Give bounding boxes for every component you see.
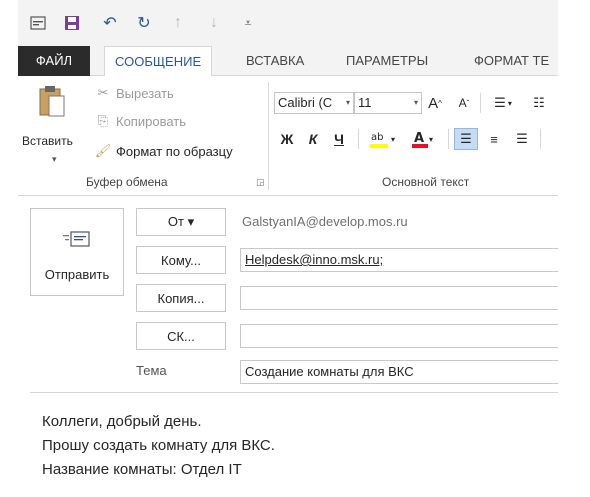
send-label: Отправить — [44, 267, 110, 282]
svg-text:A: A — [414, 131, 424, 146]
font-name-value: Calibri (С — [278, 95, 333, 110]
align-center-button[interactable]: ≡ — [482, 128, 506, 150]
align-left-icon: ☰ — [460, 131, 472, 146]
chevron-down-icon: ▾ — [413, 98, 418, 107]
send-button[interactable]: Отправить — [30, 208, 124, 296]
bullets-icon: ☰ — [494, 95, 506, 110]
bcc-field[interactable] — [240, 324, 560, 348]
body-line: Коллеги, добрый день. — [42, 413, 202, 430]
from-button[interactable]: От ▾ — [136, 208, 226, 236]
numbering-button[interactable]: ☷ — [524, 92, 554, 114]
copy-icon: ⎘ — [97, 113, 109, 128]
clipboard-icon — [39, 86, 65, 117]
shrink-font-label: A — [458, 96, 467, 110]
body-line: Название комнаты: Отдел IT — [42, 461, 242, 478]
chevron-down-icon: ▾ — [390, 134, 395, 144]
paste-label: Вставить — [22, 134, 73, 148]
grow-font-label: A — [428, 94, 439, 112]
up-icon[interactable]: ↑ — [168, 12, 188, 34]
chevron-down-icon: ▾ — [52, 154, 57, 164]
underline-button[interactable]: Ч — [330, 128, 348, 150]
align-center-icon: ≡ — [490, 131, 498, 147]
down-icon[interactable]: ↓ — [204, 12, 224, 34]
window-edge — [558, 0, 590, 497]
subject-field[interactable]: Создание комнаты для ВКС — [240, 360, 560, 384]
separator — [480, 93, 481, 113]
cc-field[interactable] — [240, 286, 560, 310]
copy-label: Копировать — [116, 113, 186, 129]
dialog-launcher-icon[interactable]: ◲ — [256, 177, 266, 187]
paintbrush-icon: 🖌 — [94, 143, 112, 158]
group-separator — [268, 82, 269, 190]
paste-button[interactable]: Вставить ▾ — [22, 82, 88, 168]
format-painter-label: Формат по образцу — [116, 143, 233, 159]
separator — [540, 129, 541, 149]
align-right-icon: ☰ — [516, 131, 528, 146]
body-line: Прошу создать комнату для ВКС. — [42, 437, 275, 454]
message-body[interactable]: Коллеги, добрый день. Прошу создать комн… — [30, 392, 560, 490]
numbering-icon: ☷ — [533, 95, 545, 110]
to-field[interactable]: Helpdesk@inno.msk.ru; — [240, 248, 560, 272]
tab-file[interactable]: ФАЙЛ — [18, 46, 90, 76]
basic-text-group-label: Основной текст — [382, 175, 470, 189]
underline-label: Ч — [334, 131, 344, 147]
highlighter-icon: ab — [369, 132, 388, 148]
tab-options[interactable]: ПАРАМЕТРЫ — [336, 46, 438, 76]
separator — [448, 129, 449, 149]
tab-format-text[interactable]: ФОРМАТ ТЕ — [464, 46, 559, 76]
highlight-button[interactable]: ab ▾ — [364, 128, 400, 150]
italic-button[interactable]: К — [304, 128, 322, 150]
customize-icon[interactable]: ⩡ — [238, 12, 258, 34]
grow-font-button[interactable]: A ^ — [426, 92, 444, 114]
font-name-dropdown[interactable]: Calibri (С ▾ — [274, 92, 354, 114]
align-right-button[interactable]: ☰ — [510, 128, 534, 150]
font-color-icon: A — [411, 131, 428, 148]
from-address: GalstyanIA@develop.mos.ru — [242, 214, 408, 229]
cut-label: Вырезать — [116, 85, 174, 101]
redo-icon[interactable]: ↻ — [134, 12, 154, 34]
window-icon[interactable] — [28, 12, 48, 34]
to-recipient[interactable]: Helpdesk@inno.msk.ru; — [245, 252, 383, 267]
chevron-down-icon: ▾ — [507, 98, 512, 108]
copy-button[interactable]: ⎘ Копировать — [94, 110, 186, 132]
to-button[interactable]: Кому... — [136, 246, 226, 274]
subject-label: Тема — [136, 363, 167, 378]
ribbon-tabs: ФАЙЛ СООБЩЕНИЕ ВСТАВКА ПАРАМЕТРЫ ФОРМАТ … — [18, 46, 559, 77]
send-email-icon — [63, 231, 90, 247]
shrink-font-button[interactable]: Aˇ — [456, 92, 472, 114]
undo-icon[interactable]: ↶ — [100, 12, 120, 34]
tab-message[interactable]: СООБЩЕНИЕ — [104, 46, 213, 77]
outlook-compose-window: ↶ ↻ ↑ ↓ ⩡ ФАЙЛ СООБЩЕНИЕ ВСТАВКА ПАРАМЕТ… — [18, 0, 560, 490]
cc-button[interactable]: Копия... — [136, 284, 226, 312]
bold-label: Ж — [280, 131, 294, 147]
bullets-button[interactable]: ☰ ▾ — [486, 92, 520, 114]
font-size-value: 11 — [358, 95, 372, 110]
svg-text:ab: ab — [371, 132, 383, 143]
ribbon-body: Вставить ▾ ✂ Вырезать ⎘ Копировать 🖌 Фор… — [18, 76, 558, 196]
font-size-dropdown[interactable]: 11 ▾ — [354, 92, 422, 114]
bold-button[interactable]: Ж — [278, 128, 296, 150]
format-painter-button[interactable]: 🖌 Формат по образцу — [94, 140, 233, 162]
align-left-button[interactable]: ☰ — [454, 128, 478, 150]
scissors-icon: ✂ — [97, 85, 109, 100]
italic-label: К — [308, 131, 318, 147]
separator — [358, 129, 359, 149]
chevron-down-icon: ▾ — [428, 134, 433, 144]
bcc-button[interactable]: СК... — [136, 322, 226, 350]
save-icon[interactable] — [62, 12, 82, 34]
quick-access-toolbar: ↶ ↻ ↑ ↓ ⩡ — [18, 0, 558, 46]
chevron-down-icon: ▾ — [345, 98, 350, 107]
clipboard-group-label: Буфер обмена — [86, 175, 168, 189]
font-color-button[interactable]: A ▾ — [404, 128, 440, 150]
cut-button[interactable]: ✂ Вырезать — [94, 82, 174, 104]
tab-insert[interactable]: ВСТАВКА — [236, 46, 314, 76]
